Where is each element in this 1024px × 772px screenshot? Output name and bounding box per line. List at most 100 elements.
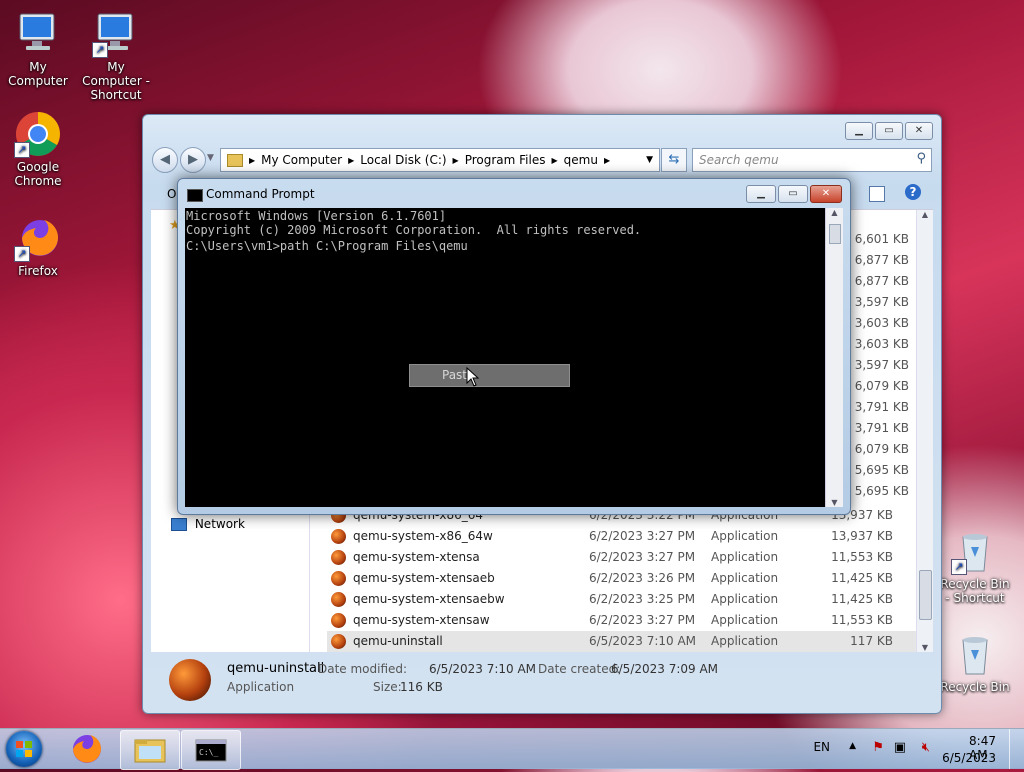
details-modified-value: 6/5/2023 7:10 AM [429,662,537,676]
file-row[interactable]: qemu-system-x86_64w 6/2/2023 3:27 PM App… [327,526,917,547]
desktop-icon-label: Firefox [18,264,58,278]
cmd-caption-buttons: ▁ ▭ ✕ [746,185,842,203]
taskbar-command-prompt[interactable]: C:\_ [181,730,241,770]
file-name: qemu-uninstall [353,634,443,648]
firefox-icon: ↗ [14,214,62,262]
file-row[interactable]: qemu-system-xtensaw 6/2/2023 3:27 PM App… [327,610,917,631]
address-dropdown-icon[interactable]: ▼ [646,155,653,165]
maximize-button[interactable]: ▭ [778,185,808,203]
qemu-app-icon [331,592,346,607]
breadcrumb-separator: ▶ [249,155,256,165]
toolbar-organize-partial[interactable]: O [167,187,176,201]
address-bar[interactable]: ▶ My Computer ▶ Local Disk (C:) ▶ Progra… [220,148,660,172]
size-cell: 3,603 KB [854,316,909,330]
scroll-thumb[interactable] [829,224,841,244]
desktop-icon-google-chrome[interactable]: ↗ Google Chrome [0,110,76,188]
file-name: qemu-system-xtensa [353,550,480,564]
desktop-icon-label: My Computer [8,60,68,88]
desktop-icon-my-computer-shortcut[interactable]: ↗ My Computer - Shortcut [78,10,154,102]
size-cell: 6,601 KB [854,232,909,246]
desktop-icon-label: Google Chrome [14,160,62,188]
details-created-value: 6/5/2023 7:09 AM [611,662,719,676]
size-cell: 3,791 KB [854,400,909,414]
size-cell: 5,695 KB [854,463,909,477]
show-desktop-button[interactable] [1009,729,1024,769]
scroll-down-arrow[interactable]: ▼ [917,643,933,652]
scroll-up-arrow[interactable]: ▲ [917,210,933,219]
close-button[interactable]: ✕ [905,122,933,140]
taskbar-firefox[interactable] [58,730,116,768]
mouse-cursor-icon [466,367,480,387]
search-input[interactable]: Search qemu ⚲ [692,148,932,172]
breadcrumb-separator: ▶ [452,155,459,165]
show-hidden-icons-icon[interactable]: ▲ [849,741,856,751]
nav-item-network[interactable]: Network [171,517,245,531]
explorer-caption-buttons: ▁ ▭ ✕ [845,122,933,140]
file-date: 6/2/2023 3:25 PM [589,592,696,606]
minimize-button[interactable]: ▁ [746,185,776,203]
breadcrumb-program-files[interactable]: Program Files [465,153,546,167]
file-date: 6/2/2023 3:26 PM [589,571,696,585]
size-cell: 6,877 KB [854,274,909,288]
scroll-down-arrow[interactable]: ▼ [826,498,843,507]
network-status-icon[interactable]: ▣ [894,740,906,755]
desktop-icon-recycle-bin[interactable]: Recycle Bin [937,630,1013,694]
desktop-icon-label: Recycle Bin - Shortcut [940,577,1010,605]
file-row[interactable]: qemu-system-xtensaebw 6/2/2023 3:25 PM A… [327,589,917,610]
clock-date[interactable]: 6/5/2023 [942,751,996,765]
console-line: C:\Users\vm1>path C:\Program Files\qemu [186,239,468,253]
file-type: Application [711,634,779,648]
recent-pages-dropdown[interactable]: ▼ [207,153,214,163]
forward-button[interactable]: ▶ [180,147,206,173]
search-placeholder: Search qemu [699,153,779,167]
file-type: Application [711,592,779,606]
refresh-button[interactable]: ⇆ [661,148,687,172]
back-button[interactable]: ◀ [152,147,178,173]
volume-muted-icon[interactable]: 🔇︎ [922,740,930,755]
console-output[interactable]: Microsoft Windows [Version 6.1.7601] Cop… [185,208,826,507]
context-menu-paste[interactable]: Paste [409,364,570,387]
network-icon [171,518,187,531]
console-scrollbar[interactable]: ▲ ▼ [825,208,843,507]
file-date: 6/5/2023 7:10 AM [589,634,697,648]
scroll-thumb[interactable] [919,570,932,620]
breadcrumb-my-computer[interactable]: My Computer [261,153,342,167]
details-pane: qemu-uninstall Application Date modified… [151,653,933,709]
command-prompt-window[interactable]: Command Prompt ▁ ▭ ✕ Microsoft Windows [… [177,178,851,515]
minimize-button[interactable]: ▁ [845,122,873,140]
file-type: Application [711,613,779,627]
shortcut-arrow-icon: ↗ [951,559,967,575]
size-cell: 5,695 KB [854,484,909,498]
file-row[interactable]: qemu-system-xtensaeb 6/2/2023 3:26 PM Ap… [327,568,917,589]
search-icon: ⚲ [916,151,926,166]
scroll-up-arrow[interactable]: ▲ [826,208,843,217]
breadcrumb-separator: ▶ [551,155,558,165]
start-button[interactable] [6,731,42,767]
file-type: Application [711,571,779,585]
details-file-name: qemu-uninstall [227,661,325,676]
language-indicator[interactable]: EN [813,740,830,754]
help-icon[interactable]: ? [905,184,921,200]
desktop-icon-recycle-bin-shortcut[interactable]: ↗ Recycle Bin - Shortcut [937,527,1013,605]
recycle-bin-icon: ↗ [951,527,999,575]
maximize-button[interactable]: ▭ [875,122,903,140]
file-row[interactable]: qemu-system-xtensa 6/2/2023 3:27 PM Appl… [327,547,917,568]
windows-logo-icon [16,741,32,757]
desktop-icon-firefox[interactable]: ↗ Firefox [0,214,76,278]
action-center-icon[interactable]: ⚑ [872,740,884,755]
preview-pane-icon[interactable] [869,186,885,202]
desktop-icon-my-computer[interactable]: My Computer [0,10,76,88]
breadcrumb-local-disk[interactable]: Local Disk (C:) [360,153,446,167]
close-button[interactable]: ✕ [810,185,842,203]
file-date: 6/2/2023 3:27 PM [589,529,696,543]
breadcrumb-separator: ▶ [603,155,611,165]
breadcrumb-qemu[interactable]: qemu [564,153,598,167]
file-size: 11,553 KB [831,550,893,564]
file-name: qemu-system-xtensaebw [353,592,505,606]
file-name: qemu-system-xtensaeb [353,571,495,585]
taskbar-explorer[interactable] [120,730,180,770]
file-row-selected[interactable]: qemu-uninstall 6/5/2023 7:10 AM Applicat… [327,631,917,652]
console-line: Microsoft Windows [Version 6.1.7601] [186,209,447,223]
file-list-scrollbar[interactable]: ▲ ▼ [916,210,933,652]
file-date: 6/2/2023 3:27 PM [589,550,696,564]
